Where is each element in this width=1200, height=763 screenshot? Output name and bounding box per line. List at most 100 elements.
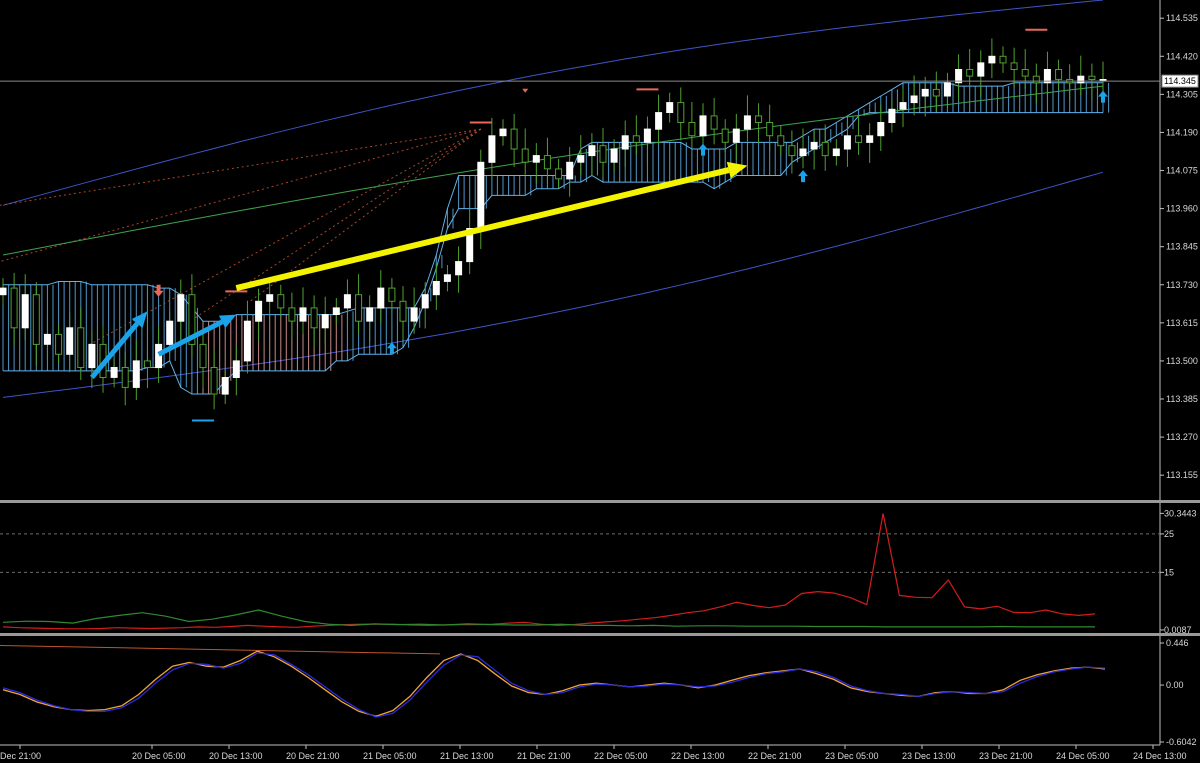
candle-body (543, 155, 551, 170)
candle-body (0, 287, 7, 296)
candle-body (999, 55, 1007, 64)
candle-body (166, 320, 174, 345)
candle-body (888, 108, 896, 124)
candle-body (866, 135, 874, 143)
price-tick-label: 114.305 (1166, 89, 1198, 99)
candle-body (1077, 75, 1085, 84)
time-tick-label: 22 Dec 21:00 (748, 751, 802, 761)
candle-body (421, 294, 429, 309)
candle-body (121, 367, 129, 388)
adx-tick-label: 15 (1164, 567, 1174, 577)
candle-body (699, 115, 707, 137)
candle-body (477, 161, 485, 229)
candle-body (988, 55, 996, 64)
adx-tick-label: 30.3443 (1164, 508, 1197, 518)
price-tick-label: 113.960 (1166, 204, 1198, 214)
candle-body (610, 148, 618, 163)
candle-body (221, 377, 229, 395)
adx-tick-label: 0.0087 (1164, 625, 1192, 635)
time-tick-label: 24 Dec 13:00 (1133, 751, 1187, 761)
time-tick-label: 23 Dec 21:00 (979, 751, 1033, 761)
candle-body (755, 115, 763, 124)
candle-body (732, 128, 740, 143)
candle-body (532, 155, 540, 163)
candle-body (399, 300, 407, 322)
candle-body (132, 360, 140, 388)
candle-body (621, 135, 629, 150)
price-tick-label: 113.845 (1166, 242, 1198, 252)
time-tick-label: 21 Dec 13:00 (440, 751, 494, 761)
price-tick-label: 114.075 (1166, 166, 1198, 176)
candle-body (632, 135, 640, 143)
candle-body (588, 145, 596, 157)
candle-body (810, 141, 818, 150)
time-tick-label: 21 Dec 21:00 (517, 751, 571, 761)
candle-body (1032, 75, 1040, 84)
time-tick-label: 22 Dec 05:00 (594, 751, 648, 761)
candle-body (899, 102, 907, 110)
candle-body (966, 69, 974, 77)
candle-body (321, 314, 329, 329)
osc-tick-label: 0.00 (1166, 680, 1184, 690)
candle-body (366, 307, 374, 322)
candle-body (510, 128, 518, 150)
candle-body (655, 112, 663, 130)
candle-body (288, 307, 296, 322)
candle-body (521, 148, 529, 163)
time-tick-label: 20 Dec 13:00 (209, 751, 263, 761)
time-tick-label: 21 Dec 05:00 (363, 751, 417, 761)
candle-body (721, 128, 729, 143)
candle-body (55, 333, 63, 355)
candle-body (666, 102, 674, 113)
candle-body (243, 320, 251, 362)
candle-body (332, 307, 340, 315)
candle-body (921, 88, 929, 97)
price-tick-label: 113.385 (1166, 394, 1198, 404)
candle-body (410, 307, 418, 322)
candle-body (710, 115, 718, 130)
candle-body (210, 367, 218, 395)
price-tick-label: 113.730 (1166, 280, 1198, 290)
candle-body (555, 168, 563, 180)
time-tick-label: 23 Dec 13:00 (902, 751, 956, 761)
candle-body (355, 294, 363, 322)
candle-body (66, 327, 74, 355)
candle-body (432, 281, 440, 296)
candle-body (32, 294, 40, 345)
candle-body (599, 145, 607, 163)
panel-separator[interactable] (0, 500, 1200, 503)
candle-body (943, 82, 951, 97)
osc-tick-label: -0.6042 (1166, 737, 1197, 747)
candle-body (743, 115, 751, 130)
panel-separator[interactable] (0, 633, 1200, 636)
candle-body (377, 287, 385, 309)
candle-body (843, 135, 851, 150)
price-tick-label: 114.535 (1166, 13, 1198, 23)
time-tick-label: 22 Dec 13:00 (671, 751, 725, 761)
candle-body (855, 135, 863, 143)
candle-body (1021, 69, 1029, 77)
candle-body (21, 294, 29, 329)
candle-body (1055, 69, 1063, 80)
price-tick-label: 113.155 (1166, 470, 1198, 480)
time-tick-label: 24 Dec 05:00 (1056, 751, 1110, 761)
price-tick-label: 113.615 (1166, 318, 1198, 328)
candle-body (932, 88, 940, 97)
candle-body (88, 343, 96, 369)
time-tick-label: 23 Dec 05:00 (825, 751, 879, 761)
candle-body (43, 333, 51, 345)
time-tick-label: 20 Dec 21:00 (286, 751, 340, 761)
candle-body (821, 141, 829, 157)
price-tick-label: 114.190 (1166, 127, 1198, 137)
price-tick-label: 113.270 (1166, 432, 1198, 442)
candle-body (10, 287, 18, 329)
candle-body (110, 367, 118, 378)
candle-body (143, 360, 151, 368)
candle-body (277, 294, 285, 309)
candle-body (488, 135, 496, 163)
forex-chart[interactable]: 114.535 114.420 114.305 114.190 114.075 113.9… (0, 0, 1200, 763)
adx-tick-label: 25 (1164, 529, 1174, 539)
candle-body (177, 294, 185, 322)
osc-tick-label: 0.446 (1166, 638, 1189, 648)
price-tick-label: 114.420 (1166, 51, 1198, 61)
